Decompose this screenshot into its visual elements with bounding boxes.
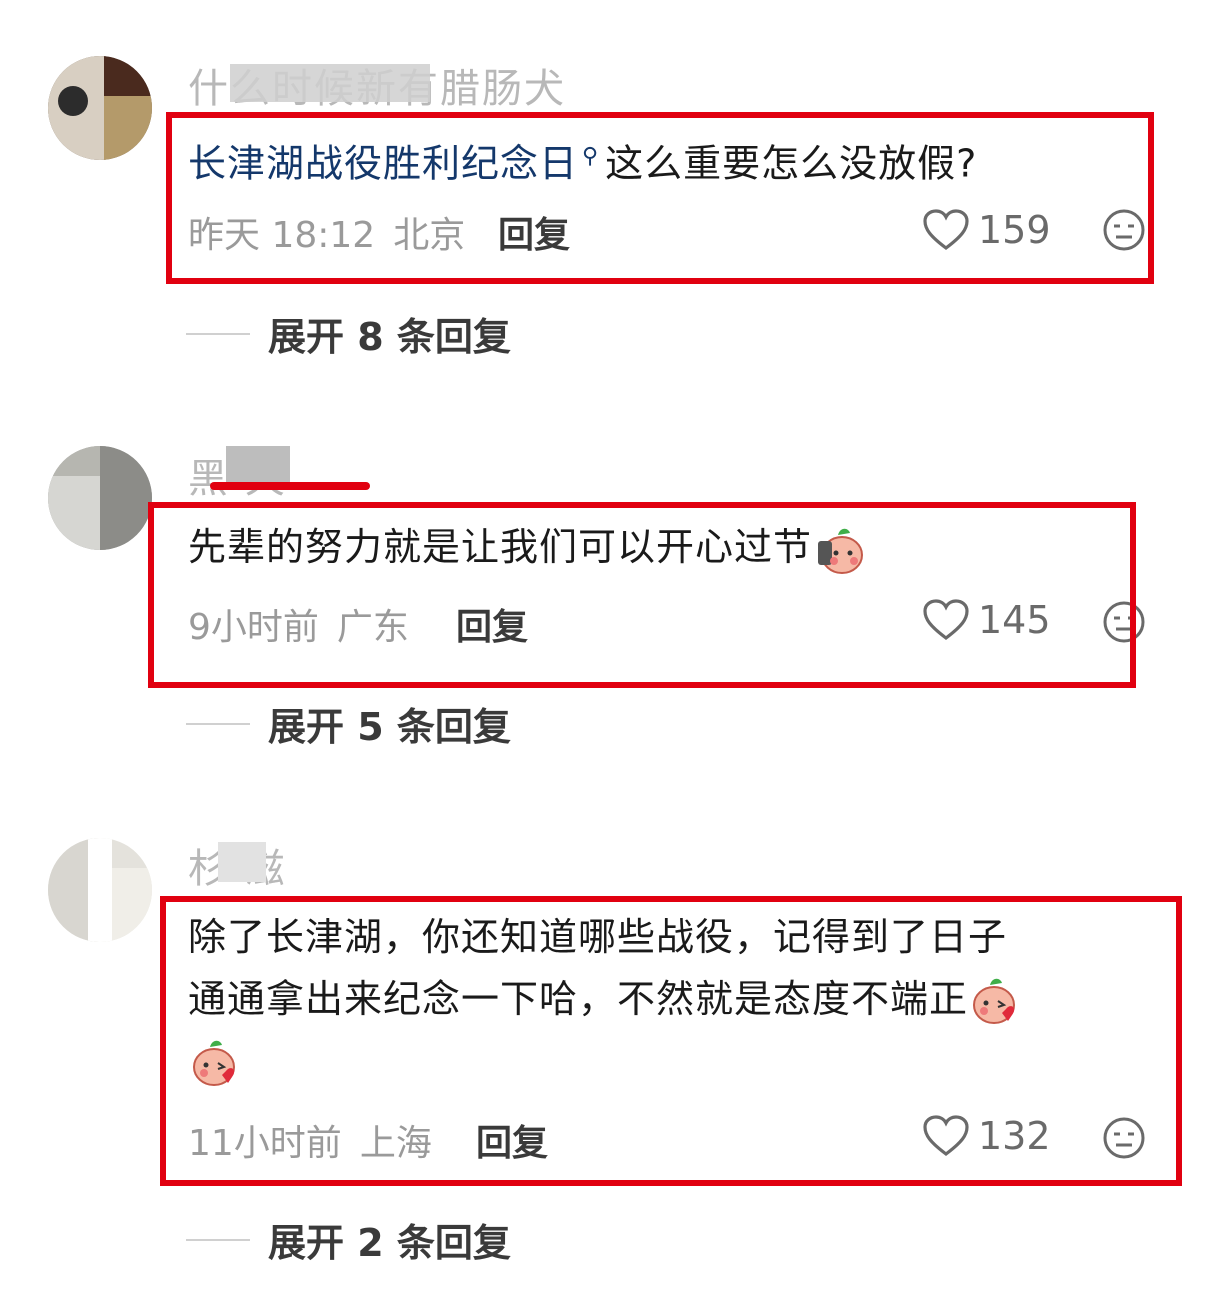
highlight-box: [166, 112, 1154, 284]
red-scribble: [210, 482, 370, 490]
divider-line: [186, 1238, 250, 1241]
divider-line: [186, 722, 250, 725]
username[interactable]: 黑 天: [188, 446, 428, 498]
divider-line: [186, 332, 250, 335]
expand-replies-button[interactable]: 展开 5 条回复: [186, 696, 511, 751]
highlight-box: [148, 502, 1136, 688]
expand-replies-button[interactable]: 展开 8 条回复: [186, 306, 511, 361]
avatar[interactable]: [48, 838, 152, 942]
highlight-box: [160, 896, 1182, 1186]
avatar[interactable]: [48, 56, 152, 160]
avatar[interactable]: [48, 446, 152, 550]
expand-replies-button[interactable]: 展开 2 条回复: [186, 1212, 511, 1267]
username-mosaic: [230, 64, 430, 102]
username-mosaic: [218, 842, 266, 882]
